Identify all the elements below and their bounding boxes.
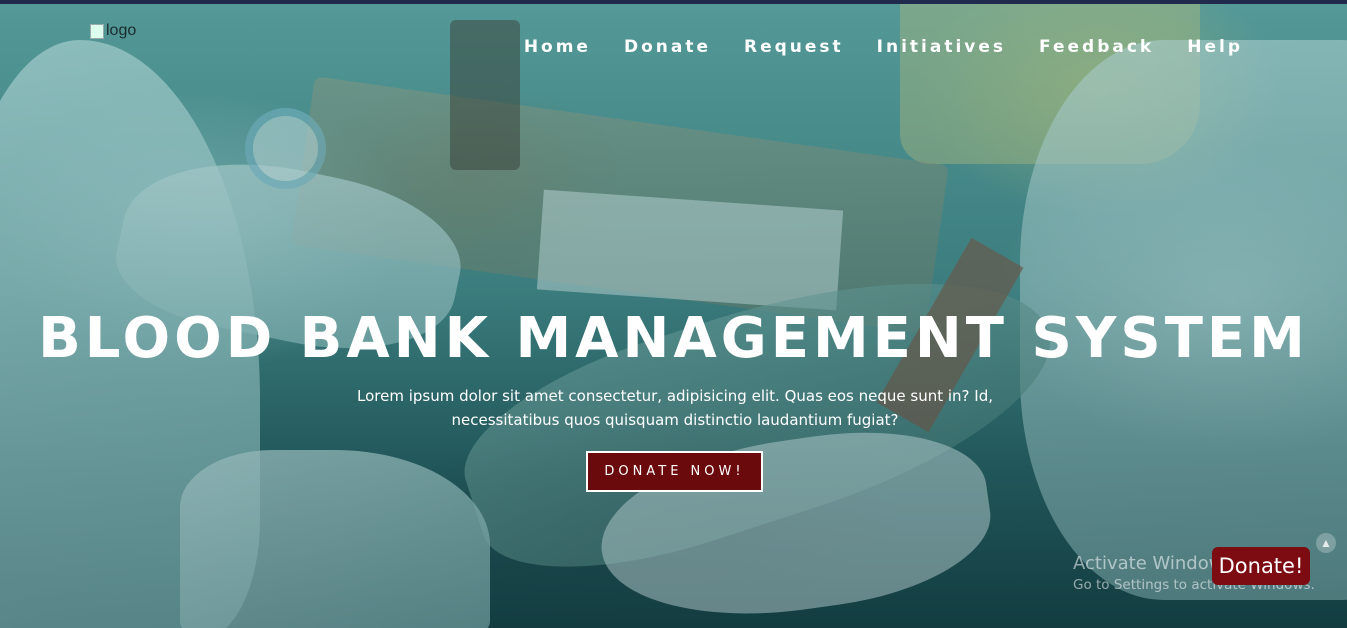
main-nav: Home Donate Request Initiatives Feedback… bbox=[524, 37, 1243, 57]
logo[interactable]: logo bbox=[90, 22, 136, 40]
nav-home[interactable]: Home bbox=[524, 37, 591, 57]
donate-now-button[interactable]: DONATE NOW! bbox=[586, 451, 763, 492]
top-stripe bbox=[0, 0, 1347, 4]
hero-subtitle-line-1: Lorem ipsum dolor sit amet consectetur, … bbox=[357, 387, 993, 405]
hero-title: BLOOD BANK MANAGEMENT SYSTEM bbox=[38, 306, 1309, 371]
nav-help[interactable]: Help bbox=[1187, 37, 1243, 57]
nav-initiatives[interactable]: Initiatives bbox=[877, 37, 1006, 57]
broken-image-icon bbox=[90, 23, 104, 39]
logo-alt-text: logo bbox=[106, 22, 137, 39]
nav-request[interactable]: Request bbox=[744, 37, 844, 57]
hero-subtitle-line-2: necessitatibus quos quisquam distinctio … bbox=[451, 411, 899, 429]
chevron-up-icon[interactable]: ▲ bbox=[1316, 533, 1336, 553]
nav-donate[interactable]: Donate bbox=[624, 37, 711, 57]
hero-subtitle: Lorem ipsum dolor sit amet consectetur, … bbox=[340, 384, 1010, 432]
page: logo Home Donate Request Initiatives Fee… bbox=[0, 0, 1347, 628]
nav-feedback[interactable]: Feedback bbox=[1039, 37, 1154, 57]
floating-donate-button[interactable]: Donate! bbox=[1212, 547, 1310, 585]
